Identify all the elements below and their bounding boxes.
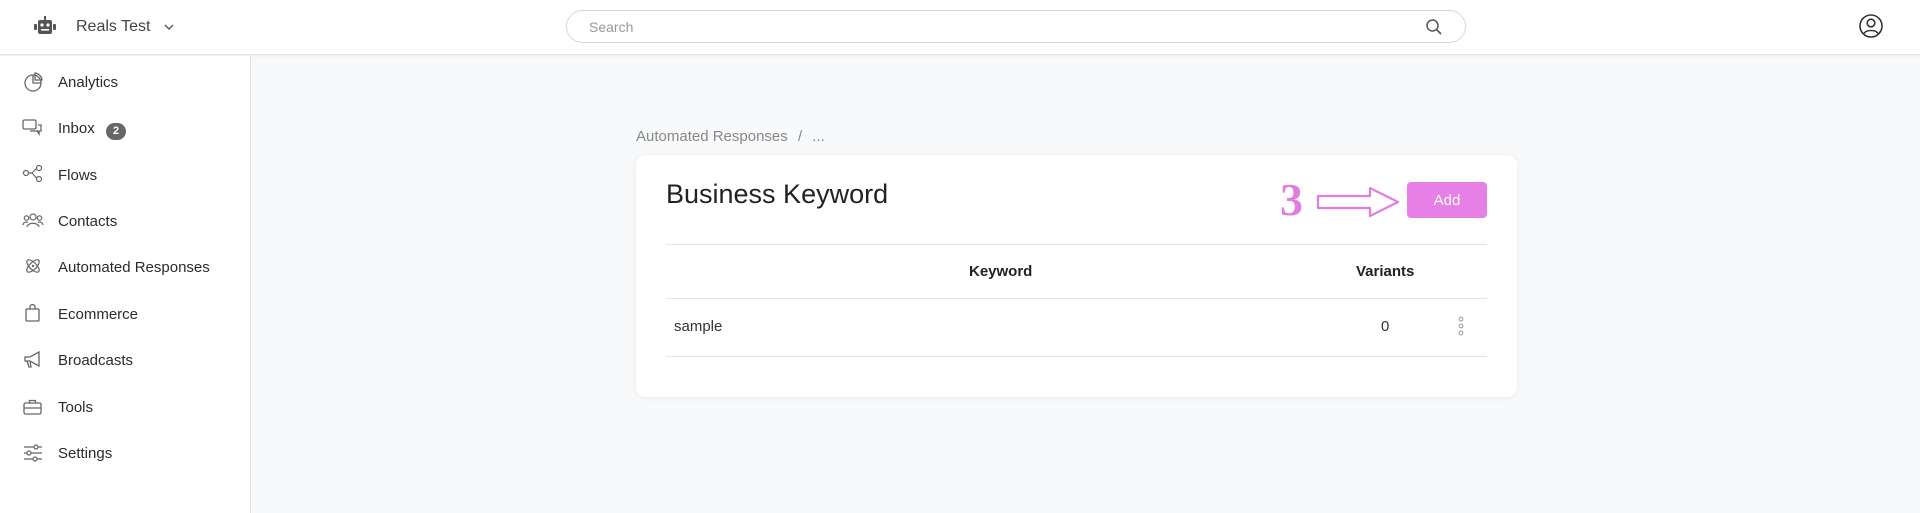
sidebar-item-broadcasts[interactable]: Broadcasts — [0, 341, 250, 381]
people-icon — [22, 210, 44, 232]
search-input[interactable] — [589, 17, 1389, 37]
sidebar: Analytics Inbox 2 Flows Contacts Automat… — [0, 56, 251, 513]
megaphone-icon — [22, 349, 44, 371]
user-profile-icon[interactable] — [1858, 13, 1884, 39]
breadcrumb-current: ... — [812, 128, 825, 145]
search-icon[interactable] — [1425, 18, 1443, 36]
sidebar-item-automated-responses[interactable]: Automated Responses — [0, 248, 250, 288]
sidebar-item-label: Broadcasts — [58, 352, 134, 369]
table-bottom-divider — [666, 356, 1487, 357]
top-bar: Reals Test — [0, 0, 1920, 55]
page-title: Business Keyword — [666, 179, 889, 209]
sidebar-item-contacts[interactable]: Contacts — [0, 202, 250, 242]
pie-chart-icon — [22, 71, 44, 93]
workspace-name: Reals Test — [76, 18, 151, 35]
keyword-cell: sample — [674, 318, 723, 335]
kebab-menu-icon[interactable] — [1454, 313, 1468, 339]
column-header-variants: Variants — [1356, 263, 1415, 280]
shopping-bag-icon — [22, 303, 44, 325]
sidebar-item-tools[interactable]: Tools — [0, 388, 250, 428]
search-box — [566, 10, 1466, 43]
sidebar-item-label: Inbox — [58, 120, 95, 137]
sidebar-item-settings[interactable]: Settings — [0, 434, 250, 474]
sliders-icon — [22, 442, 44, 464]
sidebar-item-label: Ecommerce — [58, 306, 139, 323]
variants-cell: 0 — [1381, 318, 1390, 335]
breadcrumb-separator: / — [797, 128, 803, 145]
breadcrumb: Automated Responses / ... — [636, 128, 831, 145]
annotation-arrow-icon — [1316, 185, 1400, 219]
unread-count-badge: 2 — [106, 123, 126, 140]
sidebar-item-label: Contacts — [58, 213, 118, 230]
sidebar-item-ecommerce[interactable]: Ecommerce — [0, 295, 250, 335]
add-button[interactable]: Add — [1407, 182, 1487, 218]
sidebar-item-label: Tools — [58, 399, 94, 416]
workspace-switcher[interactable]: Reals Test — [30, 12, 178, 42]
keyword-card: Business Keyword 3 Add Keyword Variants … — [636, 155, 1517, 397]
sidebar-item-label: Automated Responses — [58, 259, 210, 276]
chat-bubbles-icon — [22, 117, 44, 139]
column-header-keyword: Keyword — [969, 263, 1033, 280]
sidebar-item-label: Flows — [58, 167, 98, 184]
chevron-down-icon — [162, 19, 178, 35]
sidebar-item-flows[interactable]: Flows — [0, 156, 250, 196]
table-header-divider — [666, 298, 1487, 299]
sidebar-item-inbox[interactable]: Inbox 2 — [0, 109, 250, 149]
toolbox-icon — [22, 396, 44, 418]
sidebar-item-analytics[interactable]: Analytics — [0, 63, 250, 103]
sidebar-item-label: Settings — [58, 445, 113, 462]
flow-nodes-icon — [22, 164, 44, 186]
breadcrumb-parent-link[interactable]: Automated Responses — [636, 128, 788, 145]
step-annotation-number: 3 — [1280, 174, 1303, 225]
table-top-divider — [666, 244, 1487, 245]
sidebar-item-label: Analytics — [58, 74, 119, 91]
atom-icon — [22, 256, 44, 278]
robot-icon — [30, 12, 60, 42]
